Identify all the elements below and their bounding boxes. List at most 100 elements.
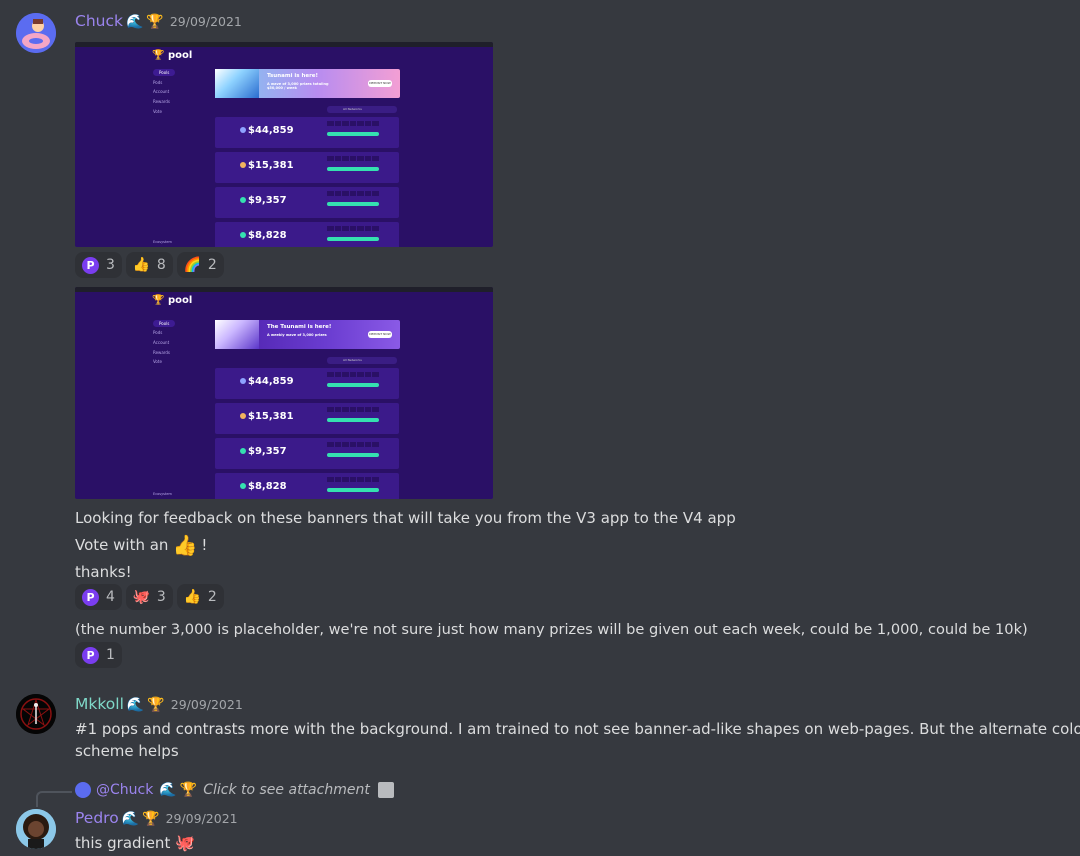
timestamp: 29/09/2021 bbox=[170, 697, 243, 712]
ecosystem-link: Ecosystem bbox=[153, 492, 172, 496]
nav-account: Account bbox=[153, 340, 170, 345]
reaction-count: 2 bbox=[207, 589, 217, 605]
reaction-count: 8 bbox=[156, 257, 166, 273]
banner-deposit-button: DEPOSIT NOW bbox=[368, 331, 392, 338]
avatar-mkkoll[interactable] bbox=[16, 694, 56, 734]
message-header: Pedro 🌊 🏆 29/09/2021 bbox=[75, 809, 238, 827]
browser-bar bbox=[75, 287, 493, 292]
banner-deposit-button: DEPOSIT NOW bbox=[368, 80, 392, 87]
banner-variant-2: The Tsunami is here! A weekly wave of 3,… bbox=[215, 320, 400, 349]
message-text: this gradient 🐙 bbox=[75, 832, 195, 854]
nav-vote: Vote bbox=[153, 109, 162, 114]
avatar-chuck[interactable] bbox=[16, 13, 56, 53]
pool-card: $8,828 bbox=[215, 222, 399, 247]
message-reactions: P 4 🐙 3 👍 2 bbox=[75, 584, 224, 610]
nav-pods: Pods bbox=[153, 330, 163, 335]
reaction-rainbow[interactable]: 🌈 2 bbox=[176, 252, 224, 278]
followup-reactions: P 1 bbox=[75, 642, 122, 668]
thumbs-up-icon: 👍 bbox=[183, 588, 202, 605]
reaction-pooltogether[interactable]: P 4 bbox=[75, 584, 122, 610]
reaction-octopus[interactable]: 🐙 3 bbox=[125, 584, 173, 610]
reaction-pooltogether[interactable]: P 3 bbox=[75, 252, 122, 278]
reply-text[interactable]: Click to see attachment bbox=[203, 782, 370, 798]
thumbs-up-icon: 👍 bbox=[172, 533, 198, 557]
avatar-pedro[interactable] bbox=[16, 809, 56, 849]
reaction-thumbs-up[interactable]: 👍 8 bbox=[125, 252, 173, 278]
message-header: Mkkoll 🌊 🏆 29/09/2021 bbox=[75, 695, 243, 713]
nav-vote: Vote bbox=[153, 359, 162, 364]
browser-bar bbox=[75, 42, 493, 47]
pool-logo: 🏆 pool bbox=[152, 295, 193, 306]
banner-variant-1: Tsunami is here! A wave of 3,000 prizes … bbox=[215, 69, 400, 98]
reply-connector bbox=[36, 791, 72, 807]
nav-pods: Pods bbox=[153, 80, 163, 85]
octopus-icon: 🐙 bbox=[132, 588, 151, 605]
message-text: #1 pops and contrasts more with the back… bbox=[75, 720, 1080, 738]
message-text: thanks! bbox=[75, 563, 132, 581]
reactions-attachment-1: P 3 👍 8 🌈 2 bbox=[75, 252, 224, 278]
ecosystem-link: Ecosystem bbox=[153, 240, 172, 244]
reply-mention[interactable]: @Chuck bbox=[96, 782, 153, 798]
message-body: this gradient bbox=[75, 834, 171, 852]
wave-icon bbox=[215, 320, 259, 349]
message-text: Vote with an 👍 ! bbox=[75, 534, 207, 556]
wave-badge-icon: 🌊 bbox=[126, 697, 145, 713]
flamingo-avatar-icon bbox=[16, 13, 56, 53]
pool-card: $8,828 bbox=[215, 473, 399, 499]
pedro-avatar-icon bbox=[16, 809, 56, 849]
wave-badge-icon: 🌊 bbox=[159, 782, 177, 798]
nav-rewards: Rewards bbox=[153, 350, 170, 355]
reaction-pooltogether[interactable]: P 1 bbox=[75, 642, 122, 668]
network-filter: All Networks bbox=[327, 106, 397, 113]
nav-pools: Pools bbox=[153, 320, 176, 327]
username-pedro[interactable]: Pedro bbox=[75, 809, 119, 827]
reaction-count: 3 bbox=[156, 589, 166, 605]
reply-preview[interactable]: @Chuck 🌊 🏆 Click to see attachment bbox=[75, 782, 394, 798]
reply-avatar-icon bbox=[75, 782, 91, 798]
reaction-count: 4 bbox=[106, 589, 115, 605]
message-text: Looking for feedback on these banners th… bbox=[75, 509, 736, 527]
pool-card: $15,381 bbox=[215, 152, 399, 183]
reaction-count: 2 bbox=[207, 257, 217, 273]
trophy-badge-icon: 🏆 bbox=[179, 782, 198, 798]
nav-rewards: Rewards bbox=[153, 99, 170, 104]
wave-badge-icon: 🌊 bbox=[121, 811, 140, 827]
nav-pools: Pools bbox=[153, 69, 176, 76]
pool-logo: 🏆 pool bbox=[152, 50, 193, 61]
image-attachment-1[interactable]: 🏆 pool Pools Pods Account Rewards Vote T… bbox=[75, 42, 493, 247]
banner-title: Tsunami is here! bbox=[267, 73, 319, 79]
timestamp: 29/09/2021 bbox=[169, 14, 242, 29]
username-mkkoll[interactable]: Mkkoll bbox=[75, 695, 124, 713]
message-header: Chuck 🌊 🏆 29/09/2021 bbox=[75, 12, 242, 30]
banner-subtitle: A weekly wave of 3,000 prizes bbox=[267, 333, 327, 337]
pentagram-avatar-icon bbox=[16, 694, 56, 734]
message-text: scheme helps bbox=[75, 742, 179, 760]
trophy-badge-icon: 🏆 bbox=[146, 14, 164, 30]
pool-card: $15,381 bbox=[215, 403, 399, 434]
pooltogether-icon: P bbox=[82, 256, 99, 274]
rainbow-icon: 🌈 bbox=[183, 256, 202, 273]
nav-account: Account bbox=[153, 89, 170, 94]
vote-text-end: ! bbox=[201, 536, 208, 554]
wave-badge-icon: 🌊 bbox=[125, 14, 144, 30]
wave-icon bbox=[215, 69, 259, 98]
vote-text: Vote with an bbox=[75, 536, 169, 554]
username-chuck[interactable]: Chuck bbox=[75, 12, 123, 30]
pool-card: $9,357 bbox=[215, 438, 399, 469]
reaction-thumbs-up[interactable]: 👍 2 bbox=[176, 584, 224, 610]
thumbs-up-icon: 👍 bbox=[132, 256, 151, 273]
pool-card: $44,859 bbox=[215, 368, 399, 399]
image-icon bbox=[377, 782, 394, 798]
banner-title: The Tsunami is here! bbox=[267, 324, 332, 330]
message-text: (the number 3,000 is placeholder, we're … bbox=[75, 621, 1028, 638]
pooltogether-icon: P bbox=[82, 646, 99, 664]
image-attachment-2[interactable]: 🏆 pool Pools Pods Account Rewards Vote T… bbox=[75, 287, 493, 499]
trophy-badge-icon: 🏆 bbox=[147, 697, 165, 713]
timestamp: 29/09/2021 bbox=[165, 811, 238, 826]
trophy-badge-icon: 🏆 bbox=[142, 811, 160, 827]
pool-card: $9,357 bbox=[215, 187, 399, 218]
reaction-count: 3 bbox=[106, 257, 115, 273]
banner-subtitle: A wave of 3,000 prizes totaling $50,000 … bbox=[267, 82, 329, 90]
octopus-emoji-icon: 🐙 bbox=[175, 833, 196, 852]
pooltogether-icon: P bbox=[82, 588, 99, 606]
